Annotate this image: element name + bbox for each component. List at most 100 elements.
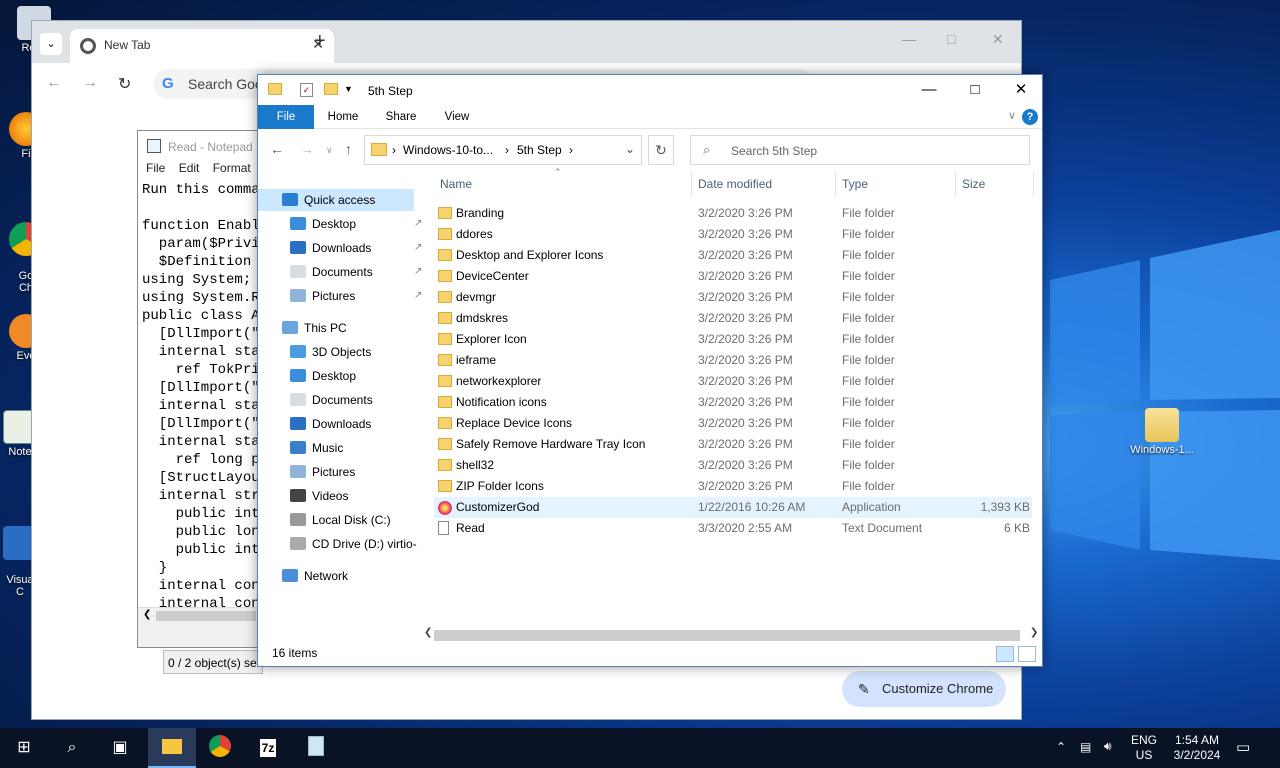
explorer-titlebar[interactable]: ✓ ▼ 5th Step — □ ✕: [258, 75, 1042, 105]
breadcrumb-sep-icon[interactable]: ›: [505, 143, 509, 157]
notepad-titlebar[interactable]: Read - Notepad: [138, 131, 276, 161]
clock[interactable]: 1:54 AM 3/2/2024: [1166, 733, 1228, 763]
close-button[interactable]: ✕: [992, 31, 1004, 48]
file-row[interactable]: networkexplorer 3/2/2020 3:26 PM File fold…: [434, 371, 1032, 392]
file-row[interactable]: devmgr 3/2/2020 3:26 PM File folder: [434, 287, 1032, 308]
tab-share[interactable]: Share: [378, 105, 424, 129]
task-view-icon[interactable]: ▣: [96, 728, 144, 768]
desktop-icon-windows-folder[interactable]: Windows-1...: [1126, 408, 1198, 456]
recent-locations-icon[interactable]: ∨: [326, 145, 333, 156]
reload-icon[interactable]: ↻: [118, 74, 131, 94]
nav-item[interactable]: Documents ↗: [290, 261, 422, 283]
breadcrumb-item[interactable]: Windows-10-to...: [403, 143, 493, 157]
tab-view[interactable]: View: [434, 105, 480, 129]
nav-item[interactable]: Desktop: [290, 365, 414, 387]
tab-search-button[interactable]: ⌄: [40, 33, 62, 55]
nav-item[interactable]: Desktop ↗: [290, 213, 422, 235]
7zip-icon[interactable]: 7z: [244, 728, 292, 768]
maximize-button[interactable]: □: [952, 75, 998, 105]
address-dropdown-icon[interactable]: ⌄: [625, 142, 635, 156]
start-icon[interactable]: ⊞: [0, 728, 48, 768]
nav-item[interactable]: Pictures: [290, 461, 414, 483]
breadcrumb-sep-icon[interactable]: ›: [392, 143, 396, 157]
nav-item[interactable]: Music: [290, 437, 414, 459]
tab-home[interactable]: Home: [320, 105, 366, 129]
nav-item[interactable]: This PC: [282, 317, 414, 339]
large-icons-view-icon[interactable]: [1018, 646, 1036, 662]
nav-item[interactable]: Quick access: [258, 189, 414, 211]
column-name[interactable]: Name: [434, 171, 692, 197]
address-bar[interactable]: › Windows-10-to... › 5th Step › ⌄: [364, 135, 642, 165]
new-folder-icon[interactable]: [324, 83, 338, 95]
scroll-left-icon[interactable]: ❮: [424, 627, 432, 638]
close-button[interactable]: ✕: [998, 75, 1044, 105]
nav-item[interactable]: CD Drive (D:) virtio-: [290, 533, 417, 555]
customize-chrome-button[interactable]: ✎ Customize Chrome: [842, 671, 1006, 707]
nav-item[interactable]: Local Disk (C:): [290, 509, 414, 531]
tab-new-tab[interactable]: New Tab ✕: [70, 29, 334, 63]
back-icon[interactable]: ←: [46, 74, 62, 92]
notifications-icon[interactable]: ▭: [1236, 738, 1250, 756]
details-view-icon[interactable]: [996, 646, 1014, 662]
new-tab-button[interactable]: +: [314, 30, 326, 53]
column-type[interactable]: Type: [836, 171, 956, 197]
notepad-icon[interactable]: [292, 728, 340, 768]
maximize-button[interactable]: □: [947, 31, 955, 47]
chrome-icon[interactable]: [196, 728, 244, 768]
scroll-left-icon[interactable]: ❮: [143, 609, 151, 620]
scroll-right-icon[interactable]: ❯: [1030, 627, 1038, 638]
file-type: File folder: [842, 437, 895, 451]
menu-file[interactable]: File: [146, 161, 165, 175]
file-row[interactable]: Safely Remove Hardware Tray Icon 3/2/2020…: [434, 434, 1032, 455]
menu-edit[interactable]: Edit: [179, 161, 200, 175]
search-icon[interactable]: ⌕: [48, 728, 96, 768]
back-icon[interactable]: ←: [270, 141, 284, 157]
tab-file[interactable]: File: [258, 105, 314, 129]
scroll-thumb[interactable]: [156, 611, 256, 621]
minimize-button[interactable]: —: [902, 31, 916, 47]
menu-format[interactable]: Format: [213, 161, 251, 175]
column-date-modified[interactable]: Date modified: [692, 171, 836, 197]
nav-item[interactable]: Videos: [290, 485, 414, 507]
nav-item[interactable]: 3D Objects: [290, 341, 414, 363]
network-icon[interactable]: ▤: [1080, 740, 1091, 754]
file-row[interactable]: shell32 3/2/2020 3:26 PM File folder: [434, 455, 1032, 476]
breadcrumb-item[interactable]: 5th Step: [517, 143, 562, 157]
nav-item[interactable]: Pictures ↗: [290, 285, 422, 307]
help-icon[interactable]: ?: [1022, 109, 1038, 125]
file-row[interactable]: CustomizerGod 1/22/2016 10:26 AM Applicati…: [434, 497, 1032, 518]
language-indicator[interactable]: ENG US: [1130, 733, 1158, 763]
column-size[interactable]: Size: [956, 171, 1034, 197]
notepad-text-area[interactable]: Run this comman function Enable param($Pr…: [138, 181, 276, 613]
file-list-horizontal-scrollbar[interactable]: ❮ ❯: [420, 627, 1042, 644]
file-row[interactable]: dmdskres 3/2/2020 3:26 PM File folder: [434, 308, 1032, 329]
file-row[interactable]: Desktop and Explorer Icons 3/2/2020 3:26 …: [434, 245, 1032, 266]
forward-icon[interactable]: →: [300, 141, 314, 157]
file-row[interactable]: Branding 3/2/2020 3:26 PM File folder: [434, 203, 1032, 224]
file-explorer-icon[interactable]: [148, 728, 196, 768]
up-icon[interactable]: ↑: [345, 141, 352, 157]
volume-icon[interactable]: 🔊︎: [1104, 739, 1112, 754]
properties-icon[interactable]: ✓: [300, 83, 313, 97]
nav-item[interactable]: Downloads ↗: [290, 237, 422, 259]
file-row[interactable]: Read 3/3/2020 2:55 AM Text Document 6 KB: [434, 518, 1032, 539]
nav-item[interactable]: Downloads: [290, 413, 414, 435]
file-row[interactable]: Explorer Icon 3/2/2020 3:26 PM File folder: [434, 329, 1032, 350]
forward-icon[interactable]: →: [82, 74, 98, 92]
file-row[interactable]: ieframe 3/2/2020 3:26 PM File folder: [434, 350, 1032, 371]
nav-item[interactable]: Network: [282, 565, 414, 587]
search-box[interactable]: ⌕ Search 5th Step: [690, 135, 1030, 165]
file-row[interactable]: ddores 3/2/2020 3:26 PM File folder: [434, 224, 1032, 245]
refresh-button[interactable]: ↻: [648, 135, 674, 165]
file-row[interactable]: Replace Device Icons 3/2/2020 3:26 PM File…: [434, 413, 1032, 434]
expand-ribbon-icon[interactable]: ∨: [1008, 109, 1016, 122]
qat-dropdown-icon[interactable]: ▼: [344, 84, 353, 94]
scroll-thumb[interactable]: [434, 630, 1020, 641]
file-row[interactable]: DeviceCenter 3/2/2020 3:26 PM File folder: [434, 266, 1032, 287]
breadcrumb-sep-icon[interactable]: ›: [569, 143, 573, 157]
file-row[interactable]: Notification icons 3/2/2020 3:26 PM File f…: [434, 392, 1032, 413]
minimize-button[interactable]: —: [906, 75, 952, 105]
file-row[interactable]: ZIP Folder Icons 3/2/2020 3:26 PM File fol…: [434, 476, 1032, 497]
nav-item[interactable]: Documents: [290, 389, 414, 411]
show-hidden-icons-icon[interactable]: ⌃: [1056, 740, 1066, 754]
